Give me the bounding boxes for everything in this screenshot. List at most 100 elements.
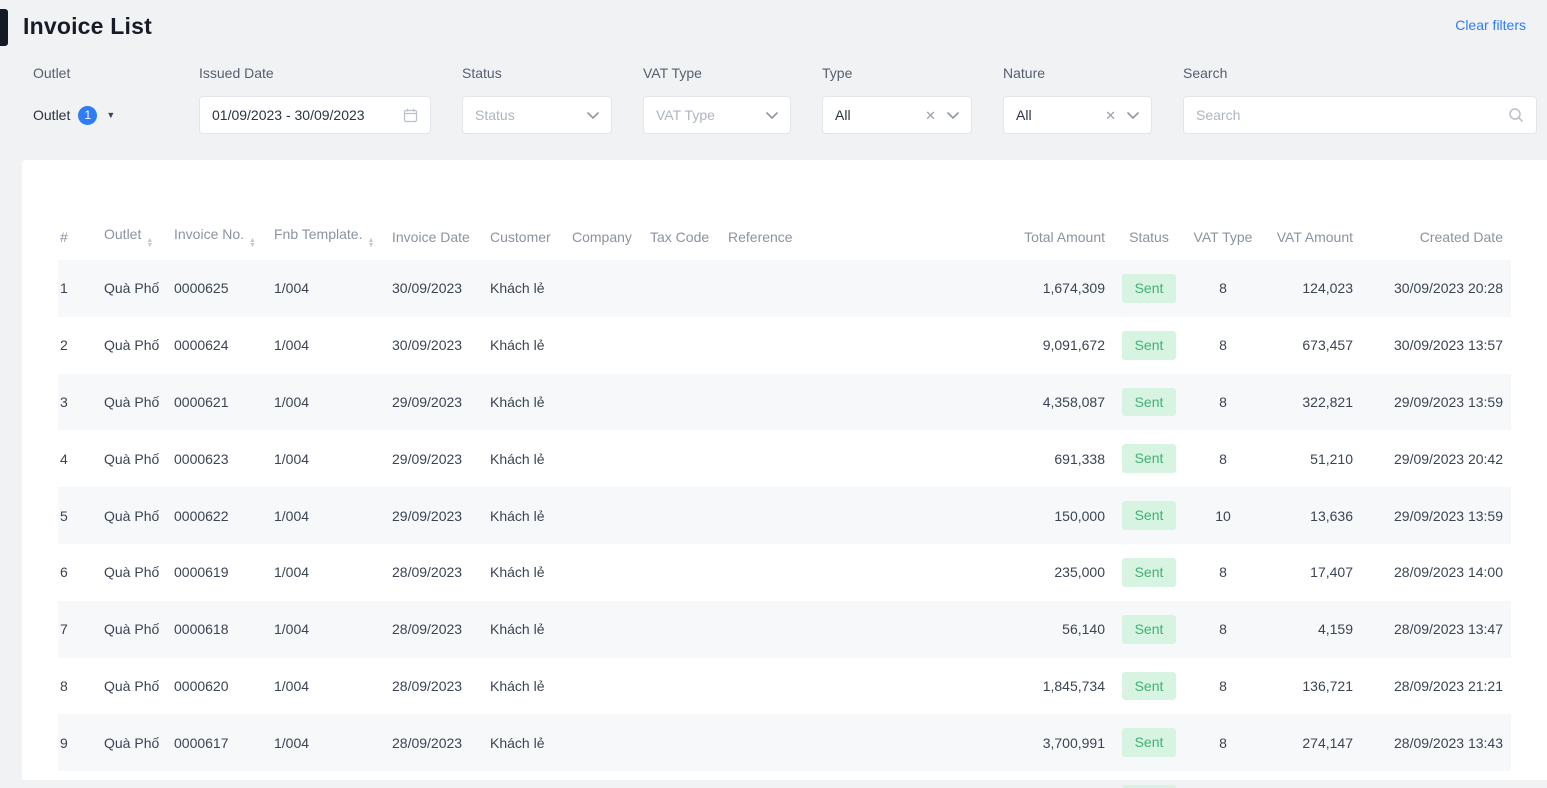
type-select-value: All — [835, 107, 925, 123]
sort-icon[interactable]: ▲▼ — [146, 238, 153, 248]
cell-invoice-date: 28/09/2023 — [384, 714, 482, 771]
cell-index: 1 — [58, 260, 96, 317]
cell-created-date: 30/09/2023 20:28 — [1361, 260, 1511, 317]
invoice-table: #Outlet▲▼Invoice No.▲▼Fnb Template.▲▼Inv… — [58, 214, 1511, 788]
search-input[interactable] — [1196, 107, 1508, 123]
clear-nature-icon[interactable]: ✕ — [1105, 109, 1116, 122]
status-badge: Sent — [1122, 388, 1177, 417]
cell-fnb-template: 1/004 — [266, 714, 384, 771]
table-row[interactable]: 8 Quà Phố 0000620 1/004 28/09/2023 Khách… — [58, 658, 1511, 715]
calendar-icon[interactable] — [403, 108, 418, 123]
issued-date-input[interactable] — [199, 96, 431, 134]
cell-status: Sent — [1113, 771, 1185, 788]
column-label: Status — [1129, 229, 1169, 245]
table-row[interactable]: 2 Quà Phố 0000624 1/004 30/09/2023 Khách… — [58, 317, 1511, 374]
cell-vat-type: 8 — [1185, 771, 1261, 788]
cell-invoice-date: 29/09/2023 — [384, 487, 482, 544]
cell-status: Sent — [1113, 487, 1185, 544]
column-label: Reference — [728, 229, 793, 245]
cell-invoice-no: 0000625 — [166, 260, 266, 317]
column-label: Total Amount — [1024, 229, 1105, 245]
status-badge: Sent — [1122, 444, 1177, 473]
table-row[interactable]: 4 Quà Phố 0000623 1/004 29/09/2023 Khách… — [58, 430, 1511, 487]
column-header-vat_type: VAT Type — [1185, 214, 1261, 260]
cell-status: Sent — [1113, 544, 1185, 601]
cell-invoice-no: 0000623 — [166, 430, 266, 487]
cell-invoice-no: 0000617 — [166, 714, 266, 771]
chevron-down-icon — [766, 112, 778, 119]
cell-vat-amount: 4,159 — [1261, 601, 1361, 658]
cell-invoice-no: 0000622 — [166, 487, 266, 544]
cell-invoice-date: 28/09/2023 — [384, 601, 482, 658]
page-header: Invoice List Clear filters — [0, 0, 1547, 40]
cell-company — [564, 487, 642, 544]
issued-date-value[interactable] — [212, 107, 403, 123]
vat-type-select[interactable]: VAT Type — [643, 96, 791, 134]
column-header-fnb_template[interactable]: Fnb Template.▲▼ — [266, 214, 384, 260]
cell-company — [564, 658, 642, 715]
clear-type-icon[interactable]: ✕ — [925, 109, 936, 122]
cell-customer: Khách lẻ — [482, 430, 564, 487]
cell-reference — [720, 430, 963, 487]
cell-company — [564, 601, 642, 658]
cell-invoice-date: 28/09/2023 — [384, 544, 482, 601]
cell-vat-amount: 51,210 — [1261, 430, 1361, 487]
cell-fnb-template: 1/004 — [266, 260, 384, 317]
filter-issued-date: Issued Date — [199, 65, 431, 134]
status-badge: Sent — [1122, 501, 1177, 530]
table-row[interactable]: 6 Quà Phố 0000619 1/004 28/09/2023 Khách… — [58, 544, 1511, 601]
sort-icon[interactable]: ▲▼ — [367, 238, 374, 248]
status-badge: Sent — [1122, 672, 1177, 701]
cell-customer: Khách lẻ — [482, 487, 564, 544]
table-row[interactable]: 10 Quà Phố 0000616 1/004 27/09/2023 Khác… — [58, 771, 1511, 788]
column-label: Customer — [490, 229, 551, 245]
table-row[interactable]: 5 Quà Phố 0000622 1/004 29/09/2023 Khách… — [58, 487, 1511, 544]
table-row[interactable]: 3 Quà Phố 0000621 1/004 29/09/2023 Khách… — [58, 374, 1511, 431]
cell-index: 9 — [58, 714, 96, 771]
outlet-dropdown[interactable]: Outlet 1 ▼ — [33, 96, 168, 134]
type-select[interactable]: All ✕ — [822, 96, 972, 134]
column-header-outlet[interactable]: Outlet▲▼ — [96, 214, 166, 260]
cell-customer: Khách lẻ — [482, 714, 564, 771]
table-body: 1 Quà Phố 0000625 1/004 30/09/2023 Khách… — [58, 260, 1511, 788]
cell-reference — [720, 544, 963, 601]
column-header-invoice_no[interactable]: Invoice No.▲▼ — [166, 214, 266, 260]
cell-invoice-no: 0000624 — [166, 317, 266, 374]
chevron-down-icon — [947, 112, 959, 119]
cell-vat-type: 8 — [1185, 317, 1261, 374]
cell-company — [564, 374, 642, 431]
column-label: Tax Code — [650, 229, 709, 245]
status-badge: Sent — [1122, 728, 1177, 757]
cell-reference — [720, 714, 963, 771]
table-row[interactable]: 1 Quà Phố 0000625 1/004 30/09/2023 Khách… — [58, 260, 1511, 317]
cell-reference — [720, 487, 963, 544]
cell-index: 5 — [58, 487, 96, 544]
filter-status: Status Status — [462, 65, 612, 134]
cell-fnb-template: 1/004 — [266, 771, 384, 788]
sort-icon[interactable]: ▲▼ — [249, 238, 256, 248]
cell-fnb-template: 1/004 — [266, 430, 384, 487]
clear-filters-link[interactable]: Clear filters — [1455, 17, 1526, 33]
table-row[interactable]: 7 Quà Phố 0000618 1/004 28/09/2023 Khách… — [58, 601, 1511, 658]
nature-select[interactable]: All ✕ — [1003, 96, 1152, 134]
status-badge: Sent — [1122, 331, 1177, 360]
cell-total-amount: 691,338 — [963, 430, 1113, 487]
nav-edge — [0, 9, 8, 46]
cell-total-amount: 3,700,991 — [963, 714, 1113, 771]
cell-vat-type: 8 — [1185, 658, 1261, 715]
cell-invoice-date: 30/09/2023 — [384, 260, 482, 317]
cell-index: 7 — [58, 601, 96, 658]
status-badge: Sent — [1122, 274, 1177, 303]
status-select[interactable]: Status — [462, 96, 612, 134]
cell-status: Sent — [1113, 658, 1185, 715]
search-box[interactable] — [1183, 96, 1537, 134]
cell-total-amount: 9,091,672 — [963, 317, 1113, 374]
cell-invoice-date: 29/09/2023 — [384, 430, 482, 487]
search-icon — [1508, 107, 1524, 123]
cell-tax-code — [642, 658, 720, 715]
table-row[interactable]: 9 Quà Phố 0000617 1/004 28/09/2023 Khách… — [58, 714, 1511, 771]
cell-tax-code — [642, 430, 720, 487]
cell-index: 10 — [58, 771, 96, 788]
cell-tax-code — [642, 544, 720, 601]
cell-vat-type: 8 — [1185, 260, 1261, 317]
